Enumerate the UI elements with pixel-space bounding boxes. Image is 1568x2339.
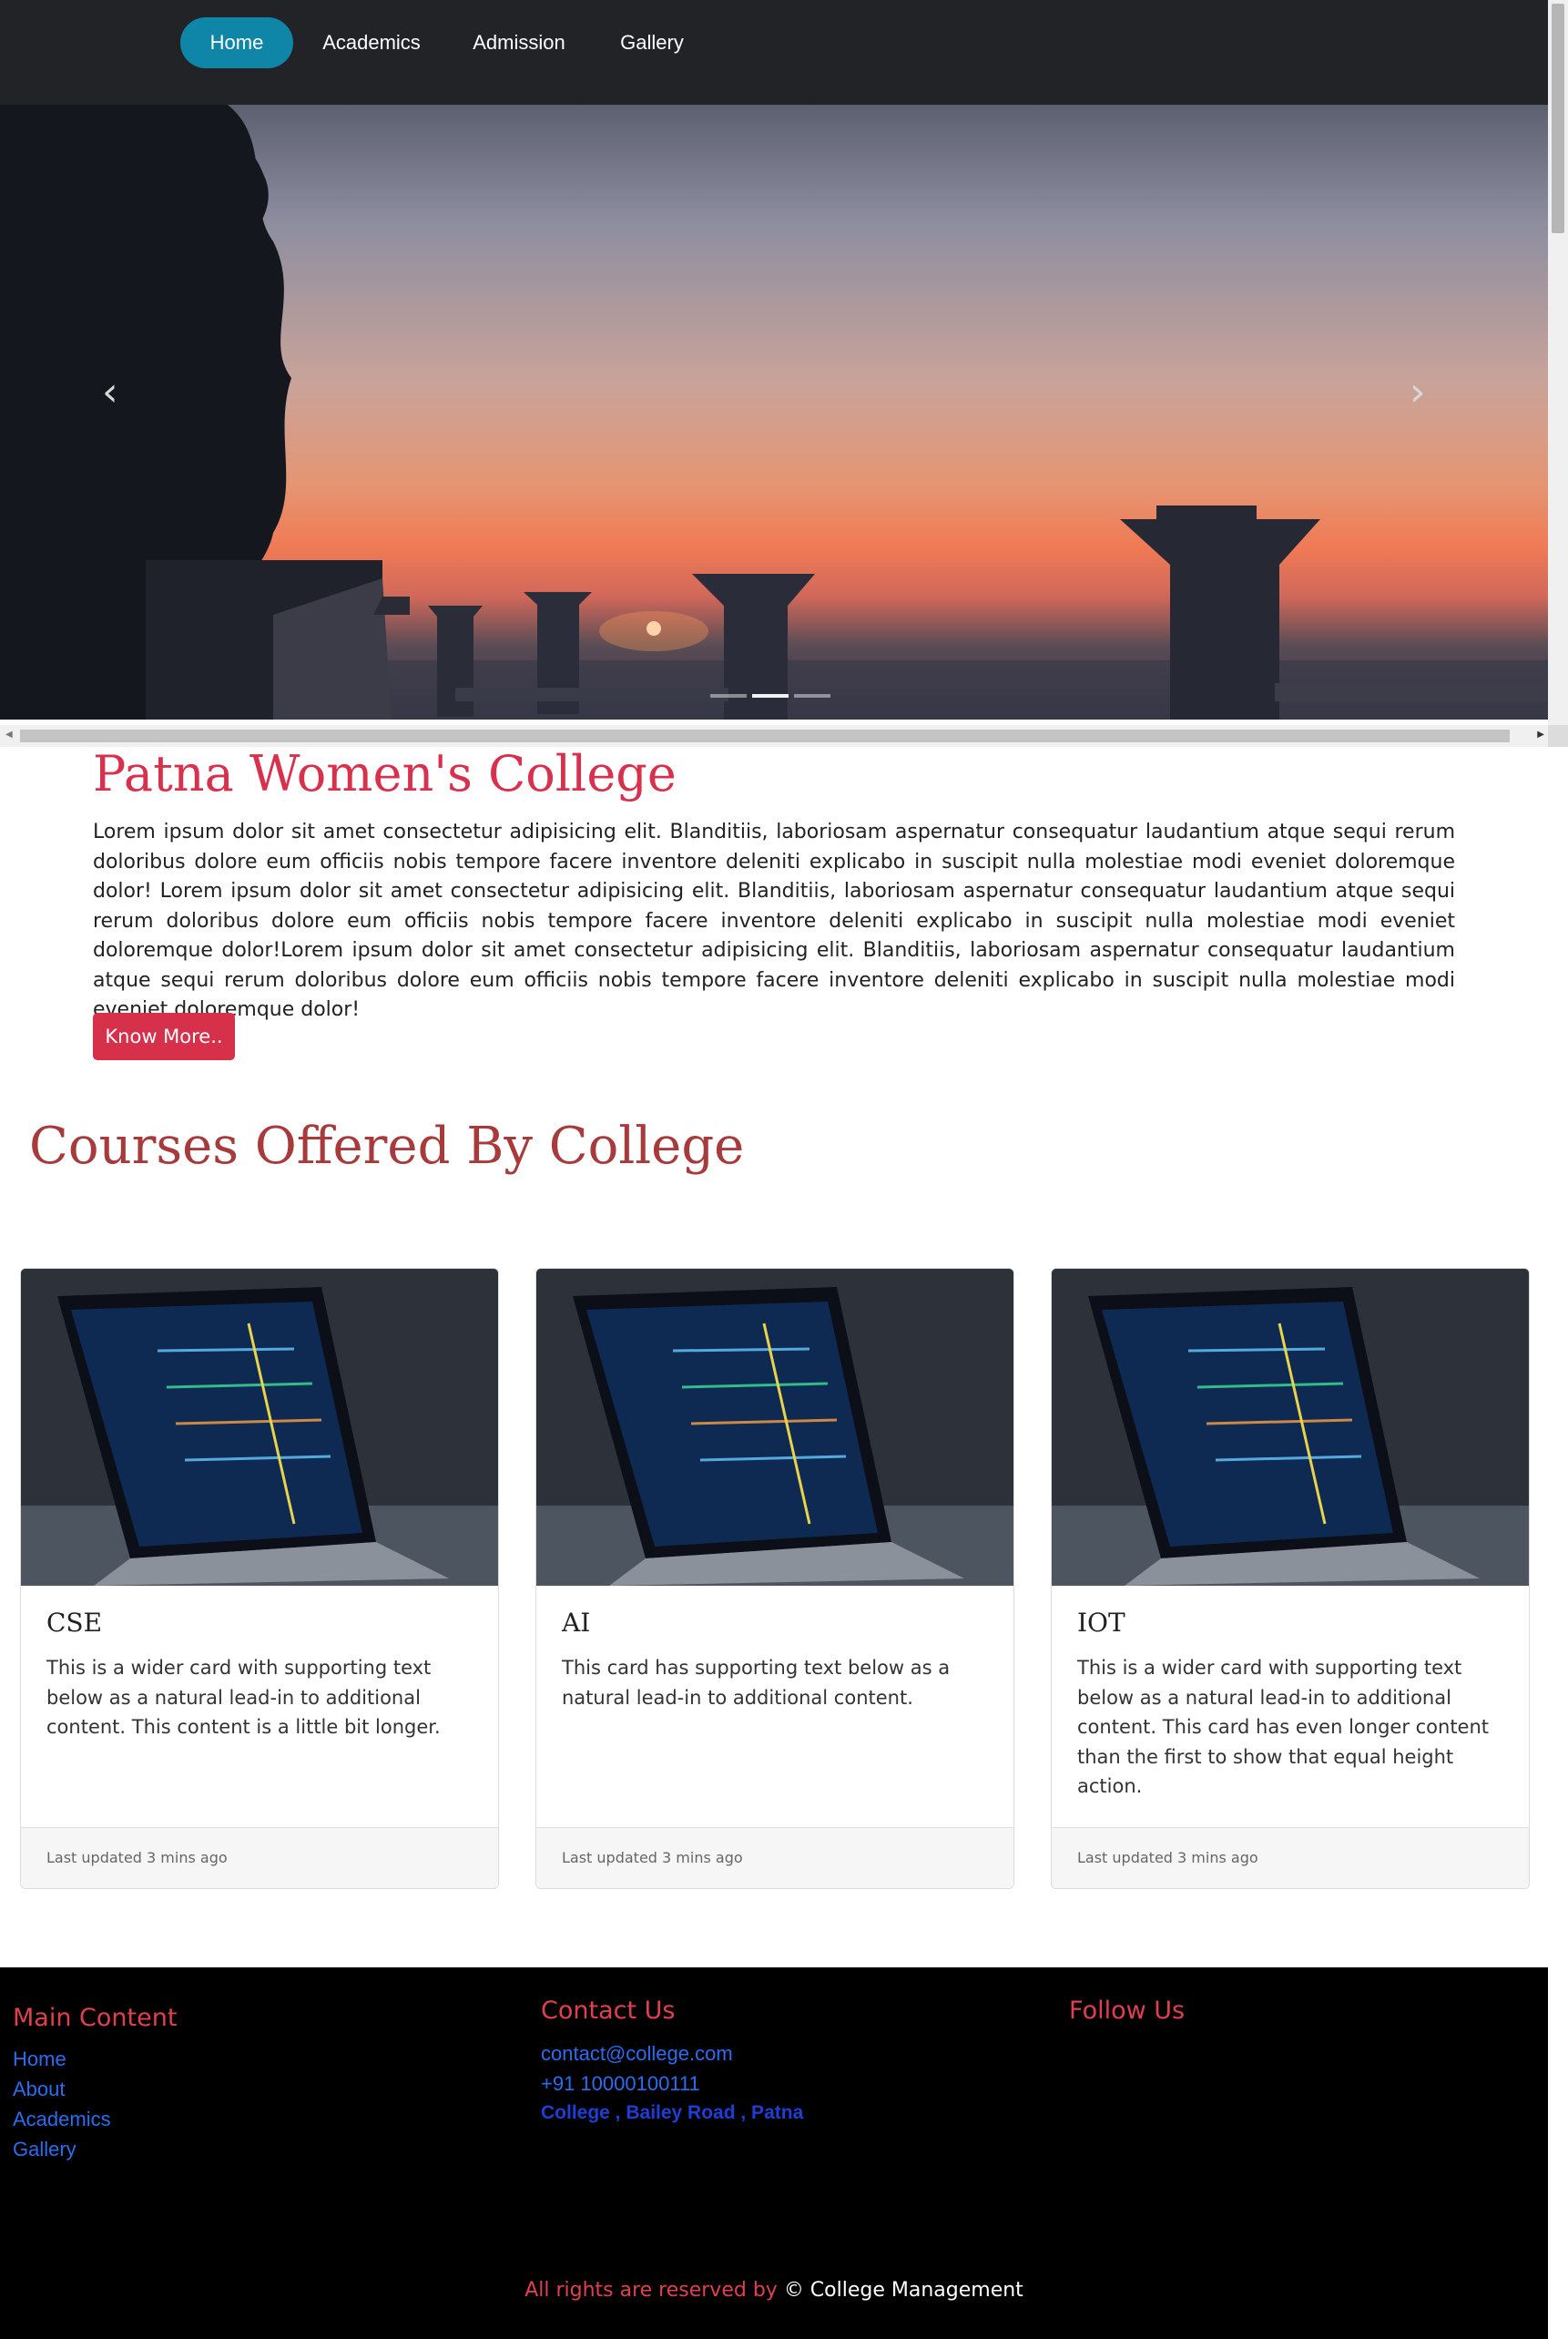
course-card-title: IOT [1077,1608,1125,1638]
carousel-indicator-3[interactable] [794,694,830,698]
course-card-title: AI [562,1608,591,1638]
carousel-prev-icon[interactable]: ‹ [102,369,118,415]
footer-link-gallery[interactable]: Gallery [13,2138,76,2161]
vertical-scrollbar[interactable]: ▼ [1548,0,1568,747]
footer-link-academics[interactable]: Academics [13,2108,111,2131]
footer-link-home[interactable]: Home [13,2048,66,2071]
course-card-ai: AI This card has supporting text below a… [535,1268,1014,1889]
college-description: Lorem ipsum dolor sit amet consectetur a… [93,821,1455,1021]
courses-section-title: Courses Offered By College [29,1117,745,1176]
carousel-next-icon[interactable]: › [1410,369,1426,415]
contact-address-link[interactable]: College , Bailey Road , Patna [541,2102,803,2124]
nav-admission[interactable]: Admission [461,17,577,68]
contact-us-heading: Contact Us [541,1997,676,2025]
top-navbar: Home Academics Admission Gallery [0,0,1548,105]
course-card-text: This is a wider card with supporting tex… [1077,1657,1490,1797]
nav-home[interactable]: Home [180,17,293,68]
vertical-scrollbar-thumb[interactable] [1552,4,1564,233]
horizontal-scrollbar[interactable]: ◀ ▶ [0,725,1548,747]
course-card-title: CSE [46,1608,103,1638]
contact-phone-link[interactable]: +91 10000100111 [541,2072,700,2096]
nav-academics[interactable]: Academics [313,17,430,68]
scroll-left-icon[interactable]: ◀ [5,730,13,740]
page-right-gutter [1548,747,1568,2339]
last-updated-text: Last updated 3 mins ago [562,1849,743,1866]
course-card-iot: IOT This is a wider card with supporting… [1051,1268,1530,1889]
course-card-footer: Last updated 3 mins ago [1052,1827,1529,1888]
college-title: Patna Women's College [93,745,677,802]
horizontal-scrollbar-thumb[interactable] [20,730,1510,742]
hero-carousel: ‹ › [0,105,1548,720]
footer-link-about[interactable]: About [13,2078,66,2101]
course-card-text: This is a wider card with supporting tex… [46,1657,441,1738]
contact-email-link[interactable]: contact@college.com [541,2042,733,2066]
carousel-indicator-2[interactable] [752,694,789,698]
last-updated-text: Last updated 3 mins ago [46,1849,228,1866]
course-card-cse: CSE This is a wider card with supporting… [20,1268,499,1889]
laptop-code-image [536,1269,1013,1586]
know-more-button[interactable]: Know More.. [93,1013,235,1060]
carousel-indicator-1[interactable] [710,694,747,698]
last-updated-text: Last updated 3 mins ago [1077,1849,1258,1866]
course-card-footer: Last updated 3 mins ago [21,1827,498,1888]
nav-gallery[interactable]: Gallery [606,17,697,68]
laptop-code-image [21,1269,498,1586]
course-card-text: This card has supporting text below as a… [562,1657,951,1709]
laptop-code-image [1052,1269,1529,1586]
sunset-river-image [0,105,1548,720]
rights-owner: © College Management [783,2279,1023,2302]
rights-text: All rights are reserved by [524,2279,778,2302]
follow-us-heading: Follow Us [1069,1997,1186,2025]
course-card-footer: Last updated 3 mins ago [536,1827,1013,1888]
carousel-indicators [710,684,836,701]
scrollbar-corner [1548,725,1568,747]
main-content-heading: Main Content [13,2004,178,2032]
copyright-notice: All rights are reserved by © College Man… [0,2279,1548,2302]
scroll-right-icon[interactable]: ▶ [1537,730,1544,740]
